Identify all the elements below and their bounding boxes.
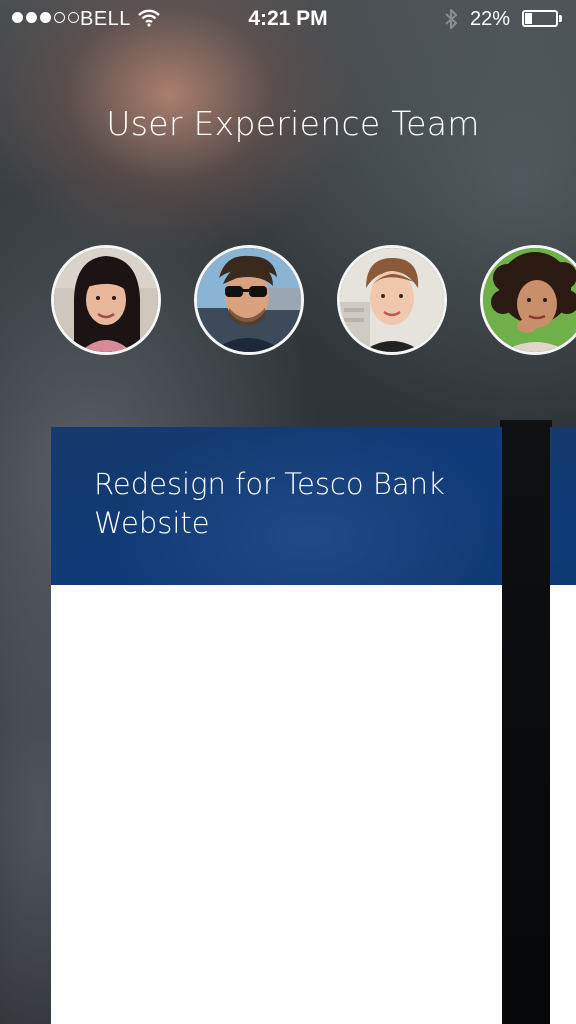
team-member-avatar[interactable] <box>194 245 304 355</box>
project-card-next[interactable] <box>550 427 576 1024</box>
team-member-avatar[interactable] <box>337 245 447 355</box>
project-card[interactable]: Redesign for Tesco Bank Website <box>51 427 502 1024</box>
battery-tip <box>559 15 562 22</box>
status-bar: BELL 4:21 PM 22% <box>0 0 576 40</box>
avatar-woman-dark-hair-icon <box>54 248 158 352</box>
background-shadow-band <box>500 420 552 1024</box>
battery-level-fill <box>525 13 532 24</box>
battery-percentage: 22% <box>470 8 511 30</box>
project-title: Redesign for Tesco Bank Website <box>94 467 445 540</box>
bluetooth-icon <box>445 9 457 29</box>
avatar-woman-updo-icon <box>340 248 444 352</box>
avatar-woman-curly-hair-icon <box>483 248 576 352</box>
battery-icon <box>522 10 558 27</box>
project-card-header: Redesign for Tesco Bank Website <box>51 427 502 585</box>
page-title: User Experience Team <box>106 104 480 143</box>
avatar-man-sunglasses-icon <box>197 248 301 352</box>
team-member-avatar[interactable] <box>51 245 161 355</box>
project-card-header <box>550 427 576 585</box>
